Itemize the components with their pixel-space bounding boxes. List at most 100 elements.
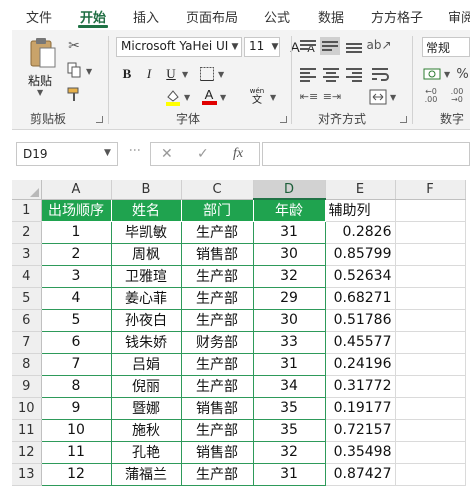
font-color-dropdown-icon[interactable]: ▼ xyxy=(220,93,226,102)
cell-name[interactable]: 倪丽 xyxy=(110,374,182,398)
row-header[interactable]: 11 xyxy=(12,419,42,442)
borders-icon[interactable] xyxy=(198,65,216,83)
number-format-box[interactable]: 常规 xyxy=(422,37,470,57)
cell-helper[interactable]: 0.72157 xyxy=(325,419,396,442)
row-header[interactable]: 2 xyxy=(12,221,42,244)
cell-helper[interactable]: 0.31772 xyxy=(325,375,396,398)
increase-decimal-icon[interactable]: ←0.00 xyxy=(420,88,442,104)
cell[interactable] xyxy=(395,199,466,222)
cell-age[interactable]: 30 xyxy=(252,242,326,266)
cell[interactable] xyxy=(395,397,466,420)
tab-data[interactable]: 数据 xyxy=(318,7,344,26)
phonetic-dropdown-icon[interactable]: ▼ xyxy=(270,93,276,102)
row-header[interactable]: 7 xyxy=(12,331,42,354)
header-cell-order[interactable]: 出场顺序 xyxy=(40,198,112,222)
cell-order[interactable]: 7 xyxy=(40,352,112,376)
cell-helper[interactable]: 0.87427 xyxy=(325,463,396,486)
enter-icon[interactable]: ✓ xyxy=(197,146,209,162)
column-header-d[interactable]: D xyxy=(253,180,326,200)
tab-page-layout[interactable]: 页面布局 xyxy=(186,7,238,26)
align-left-icon[interactable] xyxy=(300,67,316,82)
paste-dropdown-icon[interactable]: ▼ xyxy=(37,88,43,97)
cell-order[interactable]: 1 xyxy=(40,220,112,244)
cell-department[interactable]: 生产部 xyxy=(180,264,254,288)
cell-order[interactable]: 9 xyxy=(40,396,112,420)
cell-helper[interactable]: 0.24196 xyxy=(325,353,396,376)
cell-name[interactable]: 钱朱娇 xyxy=(110,330,182,354)
align-bottom-icon[interactable] xyxy=(346,39,362,53)
bold-button[interactable]: B xyxy=(118,65,136,83)
decrease-decimal-icon[interactable]: .00 →0 xyxy=(446,88,468,104)
cell-department[interactable]: 生产部 xyxy=(180,352,254,376)
cell-order[interactable]: 12 xyxy=(40,462,112,486)
header-cell-department[interactable]: 部门 xyxy=(180,198,254,222)
merge-dropdown-icon[interactable]: ▼ xyxy=(390,93,396,102)
select-all-corner[interactable] xyxy=(12,180,42,200)
cell-age[interactable]: 31 xyxy=(252,220,326,244)
fill-color-icon[interactable] xyxy=(164,88,182,106)
clipboard-launcher-icon[interactable] xyxy=(96,116,103,123)
tab-review[interactable]: 审阅 xyxy=(448,7,470,26)
cell-name[interactable]: 孙夜白 xyxy=(110,308,182,332)
cell-department[interactable]: 财务部 xyxy=(180,330,254,354)
cell-order[interactable]: 8 xyxy=(40,374,112,398)
copy-dropdown-icon[interactable]: ▼ xyxy=(86,67,92,76)
column-header-f[interactable]: F xyxy=(395,180,466,200)
cell[interactable] xyxy=(395,265,466,288)
percent-icon[interactable]: % xyxy=(455,65,470,83)
cell-helper[interactable]: 0.52634 xyxy=(325,265,396,288)
cell-age[interactable]: 33 xyxy=(252,330,326,354)
format-painter-icon[interactable] xyxy=(66,86,82,102)
cell-order[interactable]: 6 xyxy=(40,330,112,354)
header-cell-helper[interactable]: 辅助列 xyxy=(325,199,396,222)
cell-order[interactable]: 4 xyxy=(40,286,112,310)
tab-fangfang[interactable]: 方方格子 xyxy=(371,7,423,26)
insert-function-icon[interactable]: fx xyxy=(233,146,243,162)
increase-indent-icon[interactable]: ≡⇥ xyxy=(323,88,341,104)
row-header[interactable]: 9 xyxy=(12,375,42,398)
underline-button[interactable]: U xyxy=(162,65,180,83)
row-header[interactable]: 8 xyxy=(12,353,42,376)
cell[interactable] xyxy=(395,419,466,442)
row-header[interactable]: 12 xyxy=(12,441,42,464)
formula-input[interactable] xyxy=(262,142,470,166)
cell-department[interactable]: 生产部 xyxy=(180,462,254,486)
merge-center-icon[interactable] xyxy=(368,88,388,106)
row-header[interactable]: 10 xyxy=(12,397,42,420)
cell[interactable] xyxy=(395,243,466,266)
font-name-dropdown-icon[interactable]: ▼ xyxy=(228,37,242,57)
header-cell-name[interactable]: 姓名 xyxy=(110,198,182,222)
cell-department[interactable]: 销售部 xyxy=(180,440,254,464)
cell-helper[interactable]: 0.2826 xyxy=(325,221,396,244)
cell-department[interactable]: 生产部 xyxy=(180,418,254,442)
column-header-b[interactable]: B xyxy=(111,180,182,200)
cell-name[interactable]: 暨娜 xyxy=(110,396,182,420)
cell-helper[interactable]: 0.19177 xyxy=(325,397,396,420)
cell-age[interactable]: 35 xyxy=(252,418,326,442)
cell-department[interactable]: 生产部 xyxy=(180,308,254,332)
cell-department[interactable]: 生产部 xyxy=(180,286,254,310)
cell-helper[interactable]: 0.68271 xyxy=(325,287,396,310)
cell-name[interactable]: 卫雅瑄 xyxy=(110,264,182,288)
phonetic-icon[interactable]: wén 文 xyxy=(246,86,268,106)
cell[interactable] xyxy=(395,309,466,332)
column-header-c[interactable]: C xyxy=(181,180,254,200)
cell-age[interactable]: 29 xyxy=(252,286,326,310)
paste-label[interactable]: 粘贴 xyxy=(28,72,52,89)
name-box-dropdown-icon[interactable]: ▼ xyxy=(104,148,111,158)
cell-name[interactable]: 吕娟 xyxy=(110,352,182,376)
cell-helper[interactable]: 0.51786 xyxy=(325,309,396,332)
cell[interactable] xyxy=(395,375,466,398)
decrease-indent-icon[interactable]: ⇤≡ xyxy=(300,88,318,104)
cell-age[interactable]: 32 xyxy=(252,264,326,288)
cell-age[interactable]: 30 xyxy=(252,308,326,332)
cell-name[interactable]: 施秋 xyxy=(110,418,182,442)
cancel-icon[interactable]: ✕ xyxy=(161,146,173,162)
fill-color-dropdown-icon[interactable]: ▼ xyxy=(184,93,190,102)
cell-helper[interactable]: 0.45577 xyxy=(325,331,396,354)
cell-age[interactable]: 31 xyxy=(252,352,326,376)
cell-age[interactable]: 34 xyxy=(252,374,326,398)
row-header[interactable]: 6 xyxy=(12,309,42,332)
cell[interactable] xyxy=(395,287,466,310)
column-header-e[interactable]: E xyxy=(325,180,396,200)
